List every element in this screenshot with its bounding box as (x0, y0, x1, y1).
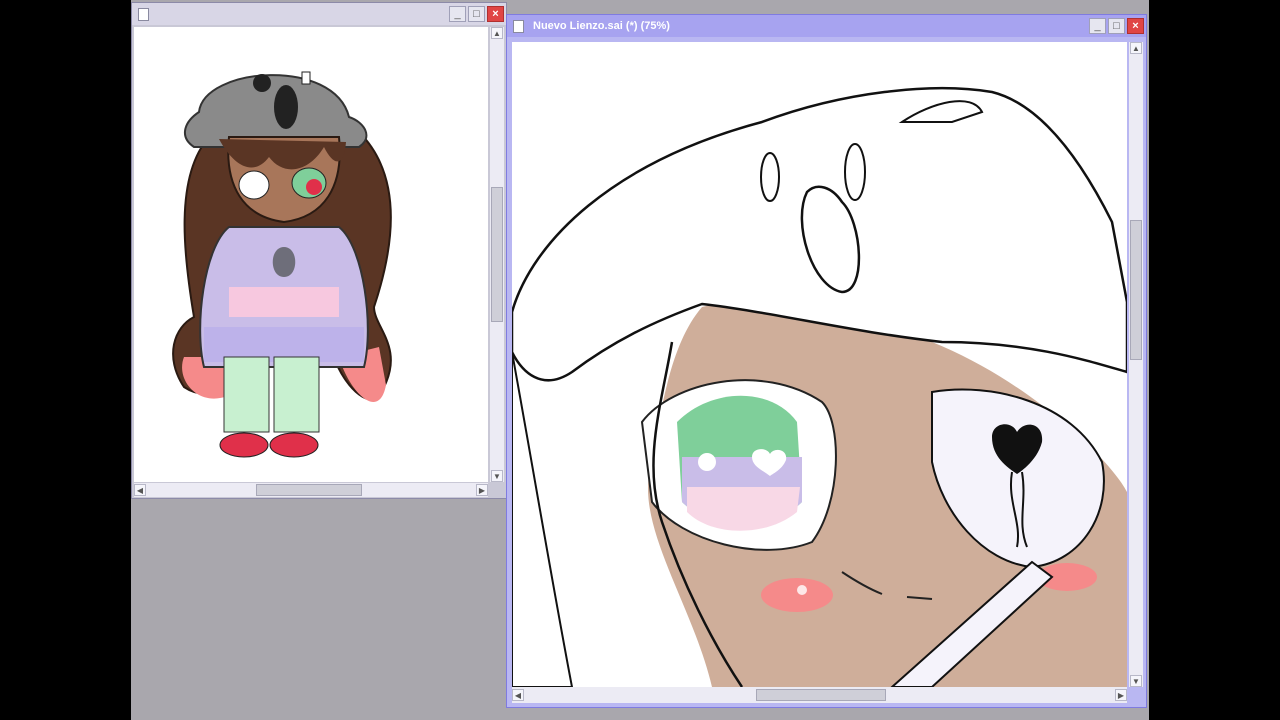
minimize-button[interactable]: _ (1089, 18, 1106, 34)
close-button[interactable]: × (1127, 18, 1144, 34)
vertical-scroll-thumb[interactable] (1130, 220, 1142, 360)
main-horizontal-scrollbar[interactable]: ◀ ▶ (512, 687, 1127, 703)
scroll-right-button[interactable]: ▶ (1115, 689, 1127, 701)
scroll-left-button[interactable]: ◀ (134, 484, 146, 496)
document-icon (513, 20, 524, 33)
vertical-scroll-thumb[interactable] (491, 187, 503, 322)
horizontal-scroll-thumb[interactable] (256, 484, 362, 496)
reference-horizontal-scrollbar[interactable]: ◀ ▶ (134, 483, 488, 497)
scroll-up-button[interactable]: ▲ (491, 27, 503, 39)
scroll-left-button[interactable]: ◀ (512, 689, 524, 701)
reference-vertical-scrollbar[interactable]: ▲ ▼ (490, 27, 504, 482)
scroll-right-button[interactable]: ▶ (476, 484, 488, 496)
main-canvas[interactable] (512, 42, 1127, 687)
main-window-titlebar[interactable]: Nuevo Lienzo.sai (*) (75%) _ □ × (507, 15, 1146, 37)
scroll-down-button[interactable]: ▼ (491, 470, 503, 482)
maximize-button[interactable]: □ (1108, 18, 1125, 34)
close-button[interactable]: × (487, 6, 504, 22)
main-window-title: Nuevo Lienzo.sai (*) (75%) (533, 20, 670, 32)
minimize-button[interactable]: _ (449, 6, 466, 22)
maximize-button[interactable]: □ (468, 6, 485, 22)
reference-canvas[interactable] (134, 27, 488, 482)
chibi-character-drawing (172, 71, 392, 458)
reference-window-titlebar[interactable]: _ □ × (132, 3, 506, 25)
main-vertical-scrollbar[interactable]: ▲ ▼ (1129, 42, 1143, 687)
scroll-up-button[interactable]: ▲ (1130, 42, 1142, 54)
horizontal-scroll-thumb[interactable] (756, 689, 886, 701)
reference-canvas-window[interactable]: _ □ × ▲ ▼ ◀ ▶ (131, 2, 507, 499)
scroll-down-button[interactable]: ▼ (1130, 675, 1142, 687)
document-icon (138, 8, 149, 21)
main-canvas-window[interactable]: Nuevo Lienzo.sai (*) (75%) _ □ × ▲ ▼ ◀ ▶ (506, 14, 1147, 708)
zoomed-face-drawing (512, 87, 1127, 687)
